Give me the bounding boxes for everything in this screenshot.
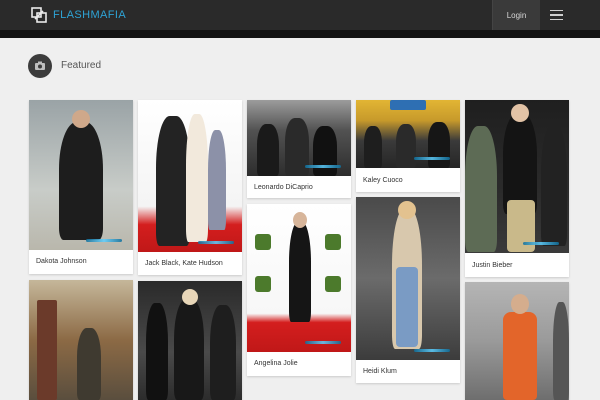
section-title: Featured — [61, 60, 102, 71]
photo-card[interactable]: Angelina Jolie — [247, 204, 351, 376]
header-divider — [0, 30, 600, 38]
photo-caption[interactable]: Angelina Jolie — [254, 360, 298, 367]
photo-card[interactable]: Kaley Cuoco — [356, 100, 460, 192]
flashmafia-logo-icon — [31, 7, 47, 23]
photo-thumbnail[interactable] — [465, 282, 569, 400]
featured-camera-icon — [28, 54, 52, 78]
photo-thumbnail[interactable] — [138, 281, 242, 400]
photo-thumbnail[interactable] — [29, 280, 133, 400]
photo-caption[interactable]: Justin Bieber — [472, 262, 512, 269]
brand-name: FLASHMAFIA — [53, 9, 127, 21]
login-button[interactable]: Login — [492, 0, 540, 30]
hamburger-menu-icon[interactable] — [541, 0, 571, 30]
photo-caption[interactable]: Leonardo DiCaprio — [254, 184, 313, 191]
photo-card[interactable]: Leonardo DiCaprio — [247, 100, 351, 198]
photo-thumbnail[interactable] — [247, 204, 351, 352]
photo-thumbnail[interactable] — [29, 100, 133, 250]
brand-logo[interactable]: FLASHMAFIA — [31, 7, 126, 23]
photo-card[interactable] — [29, 280, 133, 400]
photo-card[interactable]: Heidi Klum — [356, 197, 460, 383]
photo-card[interactable]: Dakota Johnson — [29, 100, 133, 274]
photo-card[interactable] — [138, 281, 242, 400]
photo-thumbnail[interactable] — [138, 100, 242, 252]
photo-card[interactable]: Jack Black, Kate Hudson — [138, 100, 242, 275]
photo-caption[interactable]: Heidi Klum — [363, 368, 397, 375]
photo-card[interactable]: Justin Bieber — [465, 100, 569, 277]
photo-caption[interactable]: Kaley Cuoco — [363, 177, 403, 184]
top-navigation-bar: FLASHMAFIA Login — [0, 0, 600, 30]
photo-thumbnail[interactable] — [465, 100, 569, 253]
photo-card[interactable] — [465, 282, 569, 400]
photo-caption[interactable]: Jack Black, Kate Hudson — [145, 260, 223, 267]
photo-thumbnail[interactable] — [356, 197, 460, 360]
photo-caption[interactable]: Dakota Johnson — [36, 258, 87, 265]
